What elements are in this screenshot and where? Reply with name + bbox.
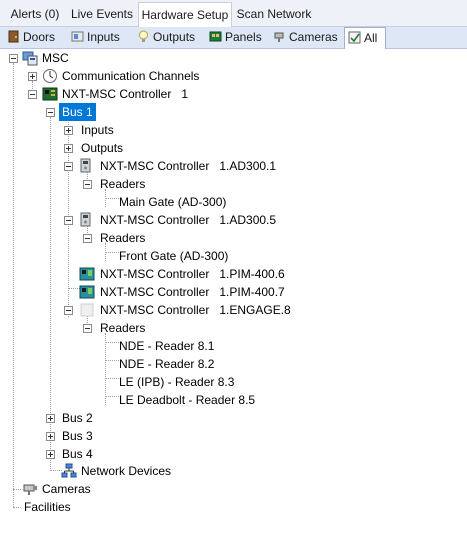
tab-panels[interactable]: Panels (206, 28, 262, 47)
tree-line (13, 63, 14, 507)
main-tab-strip: Alerts (0) Live Events Hardware Setup Sc… (0, 0, 467, 28)
camera-icon (273, 30, 286, 43)
tree-line (105, 333, 106, 405)
tab-doors-label: Doors (23, 30, 56, 44)
collapse-toggle[interactable] (64, 306, 73, 315)
tab-hardware-setup[interactable]: Hardware Setup (138, 2, 232, 28)
tree-line (105, 342, 119, 343)
tree-node-ad300-5[interactable]: NXT-MSC Controller 1.AD300.5 (100, 211, 276, 229)
camera-icon (22, 481, 38, 497)
tree-node-le-deadbolt-8-5[interactable]: LE Deadbolt - Reader 8.5 (119, 391, 255, 409)
tree-node-front-gate[interactable]: Front Gate (AD-300) (119, 247, 228, 265)
hardware-tree: MSC Communication Channels NXT-MSC Contr… (0, 49, 467, 552)
tree-node-outputs[interactable]: Outputs (81, 139, 123, 157)
tree-node-controller-1[interactable]: NXT-MSC Controller 1 (62, 85, 188, 103)
tab-live-events[interactable]: Live Events (68, 3, 136, 25)
expand-toggle[interactable] (64, 126, 73, 135)
reader-device-icon (78, 212, 94, 228)
tab-alerts[interactable]: Alerts (0) (4, 3, 66, 25)
door-icon (7, 30, 20, 43)
input-icon (71, 30, 84, 43)
tab-all-label: All (364, 31, 378, 45)
bulb-icon (137, 30, 150, 43)
all-icon (348, 30, 361, 44)
tree-node-pim-400-7[interactable]: NXT-MSC Controller 1.PIM-400.7 (100, 283, 285, 301)
tree-node-main-gate[interactable]: Main Gate (AD-300) (119, 193, 226, 211)
tab-panels-label: Panels (225, 30, 262, 44)
clock-icon (42, 68, 58, 84)
tab-cameras[interactable]: Cameras (270, 28, 338, 47)
collapse-toggle[interactable] (46, 108, 55, 117)
collapse-toggle[interactable] (83, 180, 92, 189)
panel-icon (209, 30, 222, 43)
tree-node-engage-8[interactable]: NXT-MSC Controller 1.ENGAGE.8 (100, 301, 291, 319)
tree-node-readers-1[interactable]: Readers (100, 175, 145, 193)
collapse-toggle[interactable] (64, 216, 73, 225)
collapse-toggle[interactable] (28, 90, 37, 99)
tab-all[interactable]: All (344, 27, 386, 49)
tree-line (105, 360, 119, 361)
tree-node-le-8-3[interactable]: LE (IPB) - Reader 8.3 (119, 373, 234, 391)
tree-node-readers-3[interactable]: Readers (100, 319, 145, 337)
tree-line (105, 396, 119, 397)
tab-outputs-label: Outputs (153, 30, 196, 44)
tree-node-ad300-1[interactable]: NXT-MSC Controller 1.AD300.1 (100, 157, 276, 175)
tree-line (13, 507, 21, 508)
tree-node-nde-8-1[interactable]: NDE - Reader 8.1 (119, 337, 214, 355)
tree-node-comm-channels[interactable]: Communication Channels (62, 67, 199, 85)
collapse-toggle[interactable] (9, 54, 18, 63)
server-icon (22, 50, 38, 66)
collapse-toggle[interactable] (83, 234, 92, 243)
pim-board-icon (79, 266, 95, 282)
network-icon (61, 463, 77, 479)
expand-toggle[interactable] (46, 414, 55, 423)
reader-device-icon (78, 158, 94, 174)
expand-toggle[interactable] (46, 450, 55, 459)
tree-line (105, 198, 119, 199)
tree-node-msc[interactable]: MSC (42, 49, 69, 67)
expand-toggle[interactable] (28, 72, 37, 81)
tree-node-network-devices[interactable]: Network Devices (81, 462, 171, 480)
hardware-sub-tab-strip: Doors Inputs Outputs Panels Cameras All (0, 27, 467, 49)
controller-board-icon (42, 86, 58, 102)
tree-node-readers-2[interactable]: Readers (100, 229, 145, 247)
tree-node-pim-400-6[interactable]: NXT-MSC Controller 1.PIM-400.6 (100, 265, 285, 283)
tree-line (13, 489, 21, 490)
tab-scan-network[interactable]: Scan Network (234, 3, 314, 25)
pim-board-icon (79, 284, 95, 300)
tree-node-cameras[interactable]: Cameras (42, 480, 91, 498)
tree-node-bus-2[interactable]: Bus 2 (62, 409, 93, 427)
tab-inputs[interactable]: Inputs (68, 28, 120, 47)
tree-node-facilities[interactable]: Facilities (24, 498, 71, 516)
collapse-toggle[interactable] (64, 162, 73, 171)
engage-gateway-icon (79, 302, 95, 318)
tree-node-bus-4[interactable]: Bus 4 (62, 445, 93, 463)
tree-line (105, 378, 119, 379)
tree-line (105, 252, 119, 253)
tree-node-inputs[interactable]: Inputs (81, 121, 114, 139)
expand-toggle[interactable] (64, 144, 73, 153)
tree-node-bus-3[interactable]: Bus 3 (62, 427, 93, 445)
expand-toggle[interactable] (46, 432, 55, 441)
tab-inputs-label: Inputs (87, 30, 120, 44)
tab-doors[interactable]: Doors (4, 28, 55, 47)
tab-cameras-label: Cameras (289, 30, 338, 44)
tree-node-nde-8-2[interactable]: NDE - Reader 8.2 (119, 355, 214, 373)
collapse-toggle[interactable] (83, 324, 92, 333)
tree-node-bus-1[interactable]: Bus 1 (59, 103, 96, 121)
tab-outputs[interactable]: Outputs (134, 28, 195, 47)
